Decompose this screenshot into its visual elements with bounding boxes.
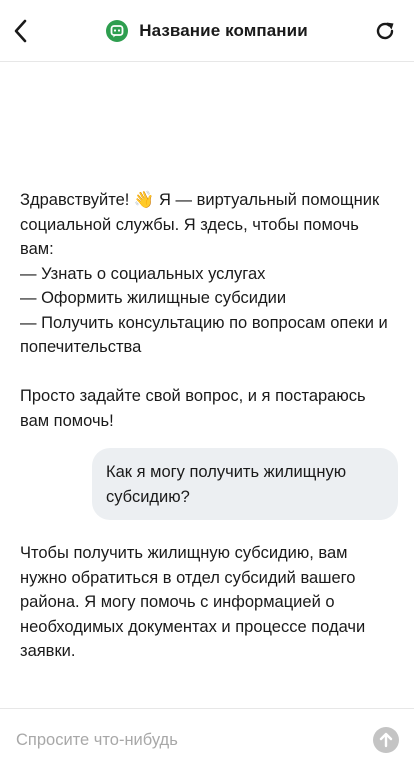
greeting-outro: Просто задайте свой вопрос, и я постараю… (20, 387, 366, 430)
chat-bot-logo-icon (106, 20, 129, 42)
company-name: Название компании (139, 21, 308, 40)
arrow-up-icon[interactable] (373, 727, 399, 753)
message-input[interactable] (16, 725, 356, 755)
assistant-answer-message: Чтобы получить жилищную субсидию, вам ну… (20, 541, 396, 664)
user-message-bubble: Как я могу получить жилищную субсидию? (92, 448, 398, 520)
message-composer (0, 708, 414, 770)
greeting-list-item: — Оформить жилищные субсидии (20, 289, 287, 307)
chat-header: Название компании (0, 0, 414, 62)
greeting-intro: Здравствуйте! 👋 Я — виртуальный помощник… (20, 191, 380, 258)
assistant-greeting-message: Здравствуйте! 👋 Я — виртуальный помощник… (20, 188, 396, 433)
refresh-icon[interactable] (374, 20, 396, 42)
user-message-text: Как я могу получить жилищную субсидию? (106, 463, 347, 506)
greeting-list-item: — Получить консультацию по вопросам опек… (20, 313, 388, 357)
assistant-answer-text: Чтобы получить жилищную субсидию, вам ну… (20, 544, 366, 660)
greeting-list-item: — Узнать о социальных услугах (20, 264, 266, 283)
company-brand: Название компании (0, 0, 414, 62)
